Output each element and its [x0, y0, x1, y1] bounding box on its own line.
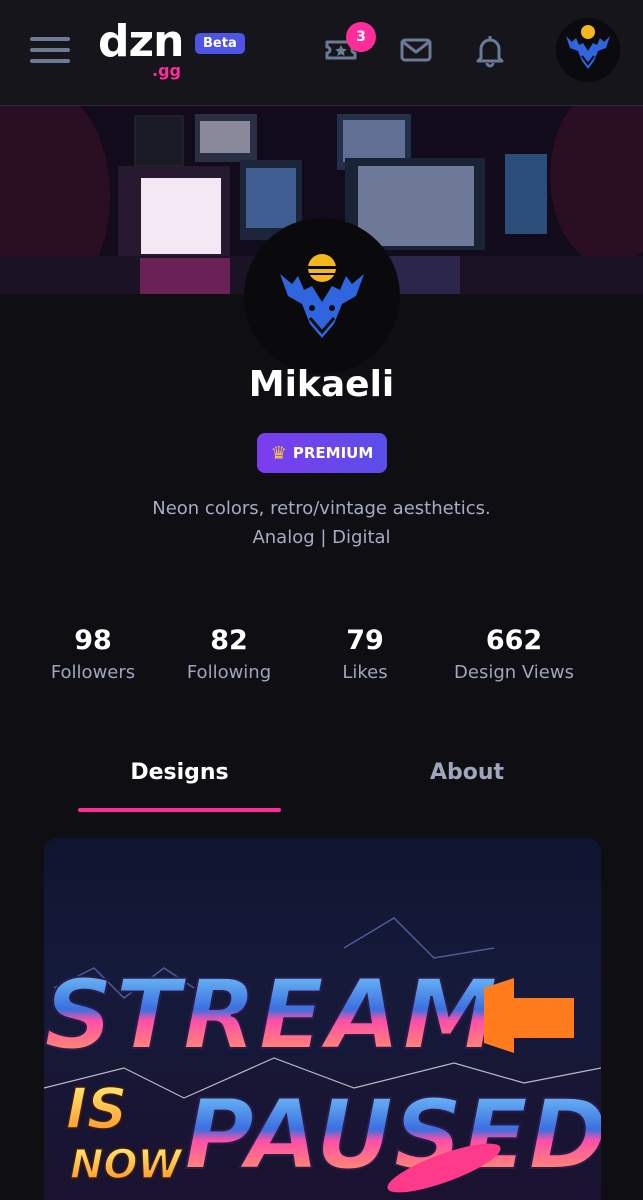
- stat-label: Following: [186, 662, 272, 683]
- crown-icon: ♛: [270, 442, 287, 464]
- menu-icon[interactable]: [30, 35, 70, 65]
- top-bar: dzn .gg Beta 3: [0, 0, 643, 106]
- bio-line-2: Analog | Digital: [252, 527, 391, 548]
- stat-value: 662: [485, 625, 543, 656]
- design-title-now: NOW: [70, 1142, 183, 1188]
- stat-value: 82: [210, 625, 248, 656]
- design-title-stream: STREAM: [44, 959, 500, 1071]
- stat-label: Followers: [50, 662, 136, 683]
- premium-label: PREMIUM: [292, 444, 374, 462]
- stat-label: Likes: [342, 662, 388, 683]
- design-title-is: IS: [66, 1077, 127, 1142]
- user-avatar[interactable]: [556, 18, 620, 82]
- design-card[interactable]: STREAM IS NOW PAUSED: [44, 838, 601, 1200]
- stat-following[interactable]: 82 Following: [174, 625, 284, 683]
- stat-likes: 79 Likes: [320, 625, 410, 683]
- stat-design-views: 662 Design Views: [440, 625, 588, 683]
- logo-suffix: .gg: [152, 61, 181, 80]
- bell-icon[interactable]: [470, 30, 510, 70]
- tab-designs[interactable]: Designs: [78, 760, 281, 785]
- bio-line-1: Neon colors, retro/vintage aesthetics.: [152, 498, 491, 519]
- beta-badge: Beta: [195, 33, 245, 54]
- premium-badge: ♛ PREMIUM: [257, 433, 387, 473]
- username: Mikaeli: [248, 364, 395, 405]
- stat-value: 98: [74, 625, 112, 656]
- stat-value: 79: [346, 625, 384, 656]
- profile-avatar: [244, 218, 400, 374]
- stat-label: Design Views: [454, 662, 574, 683]
- notification-badge: 3: [346, 22, 376, 52]
- design-title-paused: PAUSED: [184, 1079, 601, 1191]
- active-tab-indicator: [78, 808, 281, 812]
- stat-followers[interactable]: 98 Followers: [38, 625, 148, 683]
- tab-about[interactable]: About: [430, 760, 504, 785]
- mail-icon[interactable]: [396, 30, 436, 70]
